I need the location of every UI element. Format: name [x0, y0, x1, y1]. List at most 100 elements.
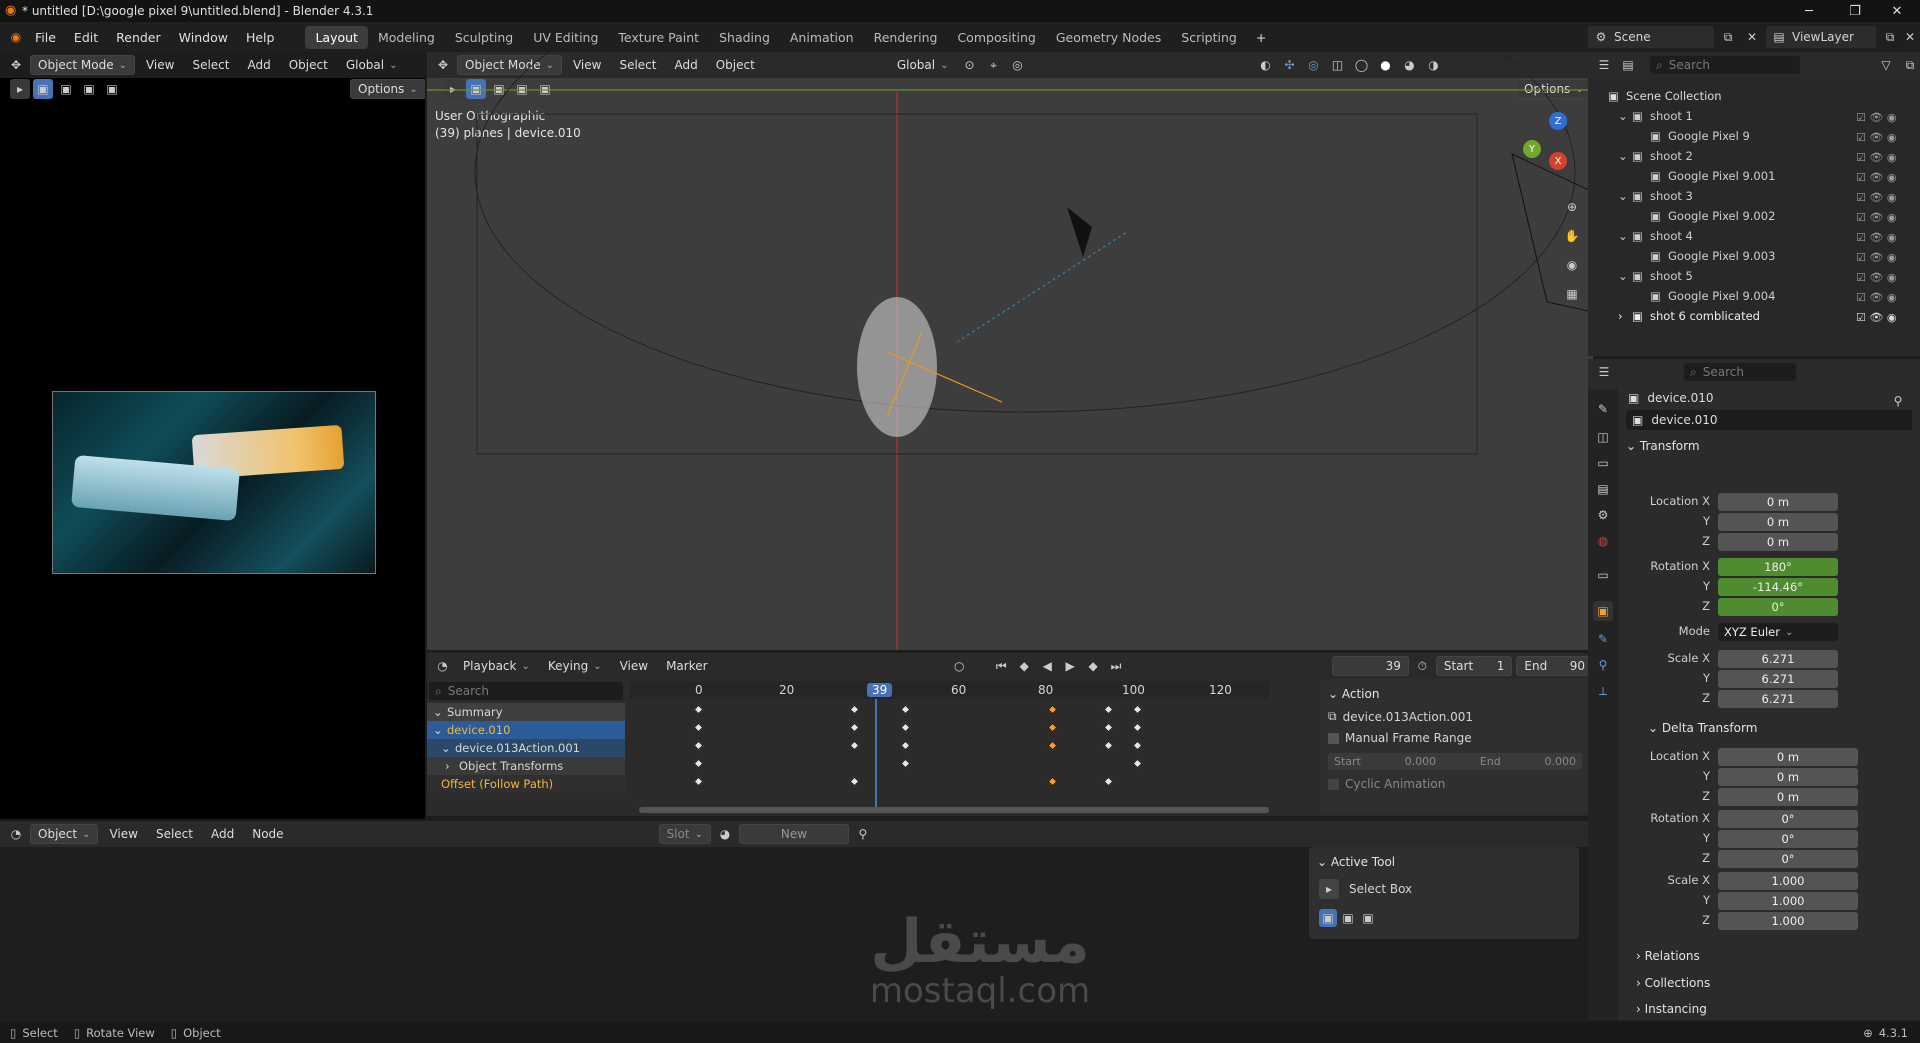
keyframe[interactable]	[1047, 722, 1058, 733]
node-type-dropdown[interactable]: Object	[30, 824, 99, 844]
pin-icon[interactable]: ⚲	[853, 824, 873, 844]
keyframe[interactable]	[1103, 722, 1114, 733]
select-subtract-icon[interactable]: ▣	[79, 79, 99, 99]
keyframe[interactable]	[1132, 722, 1143, 733]
tab-modeling[interactable]: Modeling	[368, 26, 445, 49]
select-new-icon[interactable]: ▣	[1319, 909, 1337, 927]
output-tab-icon[interactable]: ▭	[1593, 453, 1613, 473]
new-material-button[interactable]: New	[738, 824, 849, 844]
delta-rotation-y-field[interactable]: 0°	[1718, 830, 1858, 848]
visibility-toggles-icon[interactable]: ☑ 👁 ◉	[1856, 308, 1916, 328]
visibility-toggles-icon[interactable]: ☑ 👁 ◉	[1856, 128, 1916, 148]
menu-window[interactable]: Window	[170, 30, 237, 45]
maximize-button[interactable]: ❐	[1832, 0, 1878, 22]
left-menu-add[interactable]: Add	[241, 55, 278, 75]
select-subtract-icon[interactable]: ▣	[1359, 909, 1377, 927]
select-extend-icon[interactable]: ▣	[1339, 909, 1357, 927]
play-reverse-icon[interactable]: ◀	[1038, 656, 1057, 676]
keyframe-area[interactable]: 0 20 39 60 80 100 120	[629, 681, 1269, 816]
keyframe[interactable]	[693, 740, 704, 751]
dopesheet-editor[interactable]: ◔ Playback Keying View Marker ○ ⏮ ◆ ◀ ▶ …	[427, 653, 1593, 816]
keyframe[interactable]	[693, 776, 704, 787]
relations-section-header[interactable]: › Relations	[1636, 949, 1700, 963]
world-tab-icon[interactable]: ◍	[1593, 531, 1613, 551]
object-name-field[interactable]: ▣ device.010	[1626, 410, 1912, 430]
delete-viewlayer-icon[interactable]: ✕	[1900, 27, 1920, 47]
gizmo-z-axis[interactable]: Z	[1549, 112, 1567, 130]
keyframe[interactable]	[900, 758, 911, 769]
new-viewlayer-icon[interactable]: ⧉	[1880, 27, 1900, 47]
select-extend-icon[interactable]: ▣	[56, 79, 76, 99]
playhead-frame[interactable]: 39	[867, 683, 893, 697]
channel-search-input[interactable]: ⌕ Search	[429, 682, 623, 700]
menu-help[interactable]: Help	[237, 30, 284, 45]
location-x-field[interactable]: 0 m	[1718, 493, 1838, 511]
rotation-x-field[interactable]: 180°	[1718, 558, 1838, 576]
close-button[interactable]: ✕	[1874, 0, 1920, 22]
node-editor[interactable]: ◔ Object View Select Add Node Slot ◕ New…	[0, 821, 1593, 1020]
menu-playback[interactable]: Playback	[456, 656, 537, 676]
keyframe[interactable]	[849, 740, 860, 751]
constraints-tab-icon[interactable]: ⚲	[1593, 655, 1613, 675]
display-mode-icon[interactable]: ▤	[1618, 55, 1638, 75]
delta-scale-y-field[interactable]: 1.000	[1718, 892, 1858, 910]
view-layer-tab-icon[interactable]: ▤	[1593, 479, 1613, 499]
editor-type-icon[interactable]: ◔	[433, 656, 452, 676]
editor-type-icon[interactable]: ✥	[6, 55, 26, 75]
properties-editor[interactable]: ☰ ⌕ Search ✎ ◫ ▭ ▤ ⚙ ◍ ▭ ▣ ✎ ⚲ ⟂ ▣ device…	[1588, 359, 1920, 1020]
tab-uv-editing[interactable]: UV Editing	[523, 26, 608, 49]
keyframe[interactable]	[1103, 704, 1114, 715]
location-y-field[interactable]: 0 m	[1718, 513, 1838, 531]
select-new-icon[interactable]: ▣	[33, 79, 53, 99]
visibility-toggles-icon[interactable]: ☑ 👁 ◉	[1856, 188, 1916, 208]
3d-viewport[interactable]: ✥ Object Mode View Select Add Object Glo…	[427, 52, 1593, 650]
visibility-toggles-icon[interactable]: ☑ 👁 ◉	[1856, 228, 1916, 248]
keyframe[interactable]	[1047, 740, 1058, 751]
delta-scale-x-field[interactable]: 1.000	[1718, 872, 1858, 890]
keyframe[interactable]	[849, 704, 860, 715]
tab-shading[interactable]: Shading	[709, 26, 780, 49]
rotation-mode-dropdown[interactable]: XYZ Euler	[1718, 623, 1838, 641]
current-frame-field[interactable]: 39	[1332, 656, 1409, 676]
editor-type-icon[interactable]: ☰	[1594, 362, 1614, 382]
menu-file[interactable]: File	[26, 30, 65, 45]
tab-texture-paint[interactable]: Texture Paint	[608, 26, 709, 49]
gizmo-x-axis[interactable]: X	[1549, 152, 1567, 170]
tool-tab-icon[interactable]: ✎	[1593, 399, 1613, 419]
visibility-toggles-icon[interactable]: ☑ 👁 ◉	[1856, 248, 1916, 268]
editor-type-icon[interactable]: ☰	[1594, 55, 1614, 75]
blender-menu-icon[interactable]: ◉	[6, 27, 26, 47]
slot-dropdown[interactable]: Slot	[658, 824, 711, 844]
keyframe[interactable]	[900, 722, 911, 733]
keyframe[interactable]	[693, 704, 704, 715]
active-tool-title[interactable]: ⌄ Active Tool	[1317, 855, 1395, 869]
keyframe[interactable]	[900, 740, 911, 751]
camera-view-icon[interactable]: ◉	[1562, 255, 1582, 275]
render-tab-icon[interactable]: ◫	[1593, 427, 1613, 447]
autokey-icon[interactable]: ○	[950, 656, 969, 676]
keyframe[interactable]	[1047, 704, 1058, 715]
next-keyframe-icon[interactable]: ◆	[1084, 656, 1103, 676]
zoom-icon[interactable]: ⊕	[1562, 197, 1582, 217]
object-tab-icon[interactable]: ▣	[1593, 601, 1613, 621]
pin-icon[interactable]: ⚲	[1888, 391, 1908, 411]
rotation-z-field[interactable]: 0°	[1718, 598, 1838, 616]
jump-end-icon[interactable]: ⏭	[1107, 656, 1126, 676]
scale-z-field[interactable]: 6.271	[1718, 690, 1838, 708]
visibility-toggles-icon[interactable]: ☑ 👁 ◉	[1856, 208, 1916, 228]
delta-scale-z-field[interactable]: 1.000	[1718, 912, 1858, 930]
channel-summary[interactable]: ⌄ Summary	[427, 703, 625, 721]
menu-edit[interactable]: Edit	[65, 30, 107, 45]
location-z-field[interactable]: 0 m	[1718, 533, 1838, 551]
select-box-tool[interactable]: ▸ Select Box	[1319, 879, 1412, 899]
left-mode-dropdown[interactable]: Object Mode	[30, 55, 135, 75]
cyclic-animation-checkbox[interactable]: Cyclic Animation	[1328, 777, 1445, 791]
menu-marker[interactable]: Marker	[659, 656, 714, 676]
scale-y-field[interactable]: 6.271	[1718, 670, 1838, 688]
collection-tab-icon[interactable]: ▭	[1593, 565, 1613, 585]
properties-search-input[interactable]: ⌕ Search	[1684, 363, 1796, 381]
filter-icon[interactable]: ▽	[1876, 55, 1896, 75]
left-orientation-dropdown[interactable]: Global	[339, 55, 405, 75]
prev-keyframe-icon[interactable]: ◆	[1015, 656, 1034, 676]
gizmo-y-axis[interactable]: Y	[1523, 140, 1541, 158]
